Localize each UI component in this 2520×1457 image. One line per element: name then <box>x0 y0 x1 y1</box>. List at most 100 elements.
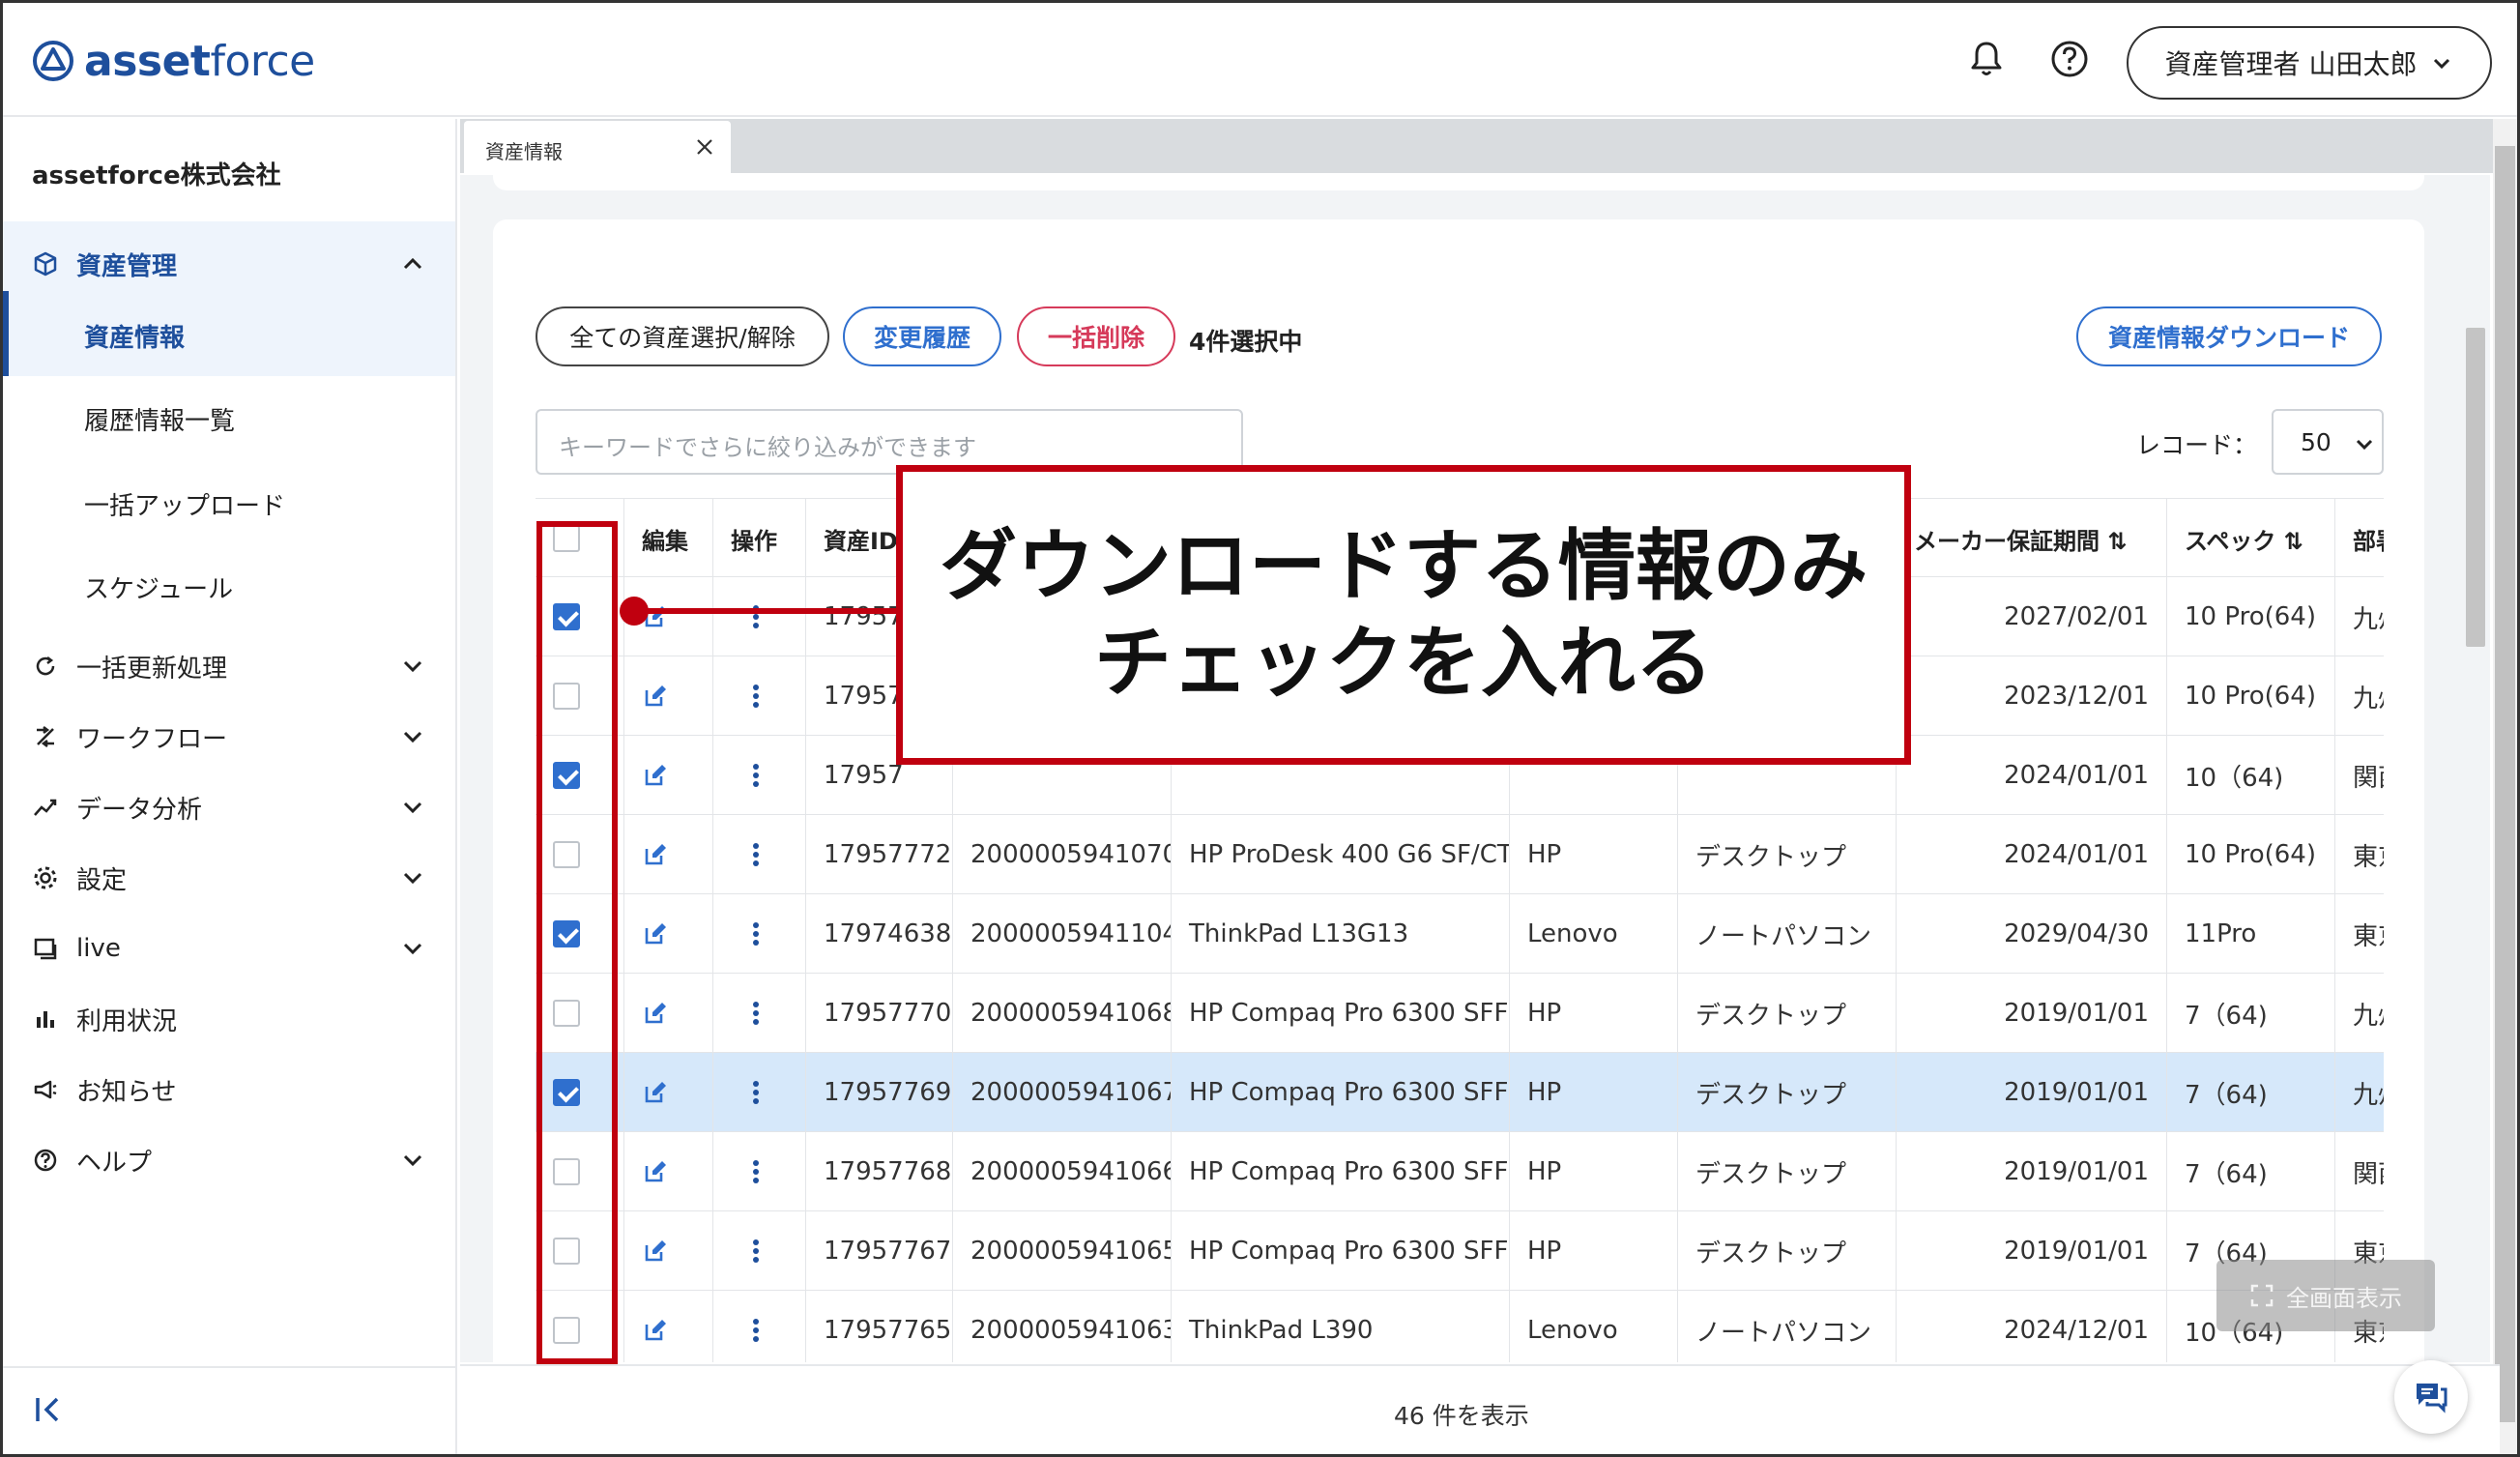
gear-icon <box>34 866 57 889</box>
cell-actions <box>713 894 806 974</box>
cell-edit <box>624 1132 713 1211</box>
collapse-sidebar-icon[interactable] <box>32 1393 65 1426</box>
company-name: assetforce株式会社 <box>32 161 281 190</box>
sidebar-item-bulk-update[interactable]: 一括更新処理 <box>3 645 455 687</box>
edit-icon[interactable] <box>642 841 669 868</box>
sidebar-item-label: ヘルプ <box>76 1148 153 1178</box>
cell-warranty: 2019/01/01 <box>1897 1053 2167 1132</box>
cell-edit <box>624 736 713 815</box>
cell-code: 2000005941063 <box>953 1291 1172 1362</box>
cell-code: 2000005941065 <box>953 1211 1172 1291</box>
sidebar-subitem-history-list[interactable]: 履歴情報一覧 <box>84 401 235 437</box>
user-menu-button[interactable]: 資産管理者 山田太郎 <box>2127 26 2492 100</box>
sidebar-item-label: お知らせ <box>76 1077 177 1107</box>
column-header[interactable]: 部署 <box>2335 499 2384 578</box>
cell-warranty: 2019/01/01 <box>1897 1132 2167 1211</box>
cell-code: 2000005941066 <box>953 1132 1172 1211</box>
assetforce-logo[interactable]: assetforce <box>32 36 315 86</box>
table-row[interactable]: 17974638 2000005941104 ThinkPad L13G13 Leno… <box>536 894 2384 974</box>
sidebar-item-workflow[interactable]: ワークフロー <box>3 715 455 758</box>
column-header[interactable]: 操作 <box>713 499 806 578</box>
sidebar-item-settings[interactable]: 設定 <box>3 857 455 899</box>
tab-label: 資産情報 <box>485 140 563 163</box>
cell-spec: 10 Pro(64) <box>2167 815 2335 894</box>
more-options-icon[interactable] <box>752 921 760 947</box>
table-row[interactable]: 17957770 2000005941068 HP Compaq Pro 6300 … <box>536 974 2384 1053</box>
cell-actions <box>713 815 806 894</box>
sidebar-item-label: 設定 <box>76 865 128 895</box>
sidebar-item-live[interactable]: live <box>3 927 455 970</box>
cell-maker: Lenovo <box>1510 894 1678 974</box>
edit-icon[interactable] <box>642 920 669 947</box>
cell-actions <box>713 1053 806 1132</box>
cell-id: 17957770 <box>806 974 953 1053</box>
column-header[interactable]: 編集 <box>624 499 713 578</box>
cell-code: 2000005941068 <box>953 974 1172 1053</box>
help-icon[interactable] <box>2046 36 2093 82</box>
table-row[interactable]: 17957768 2000005941066 HP Compaq Pro 6300 … <box>536 1132 2384 1211</box>
table-row[interactable]: 17957765 2000005941063 ThinkPad L390 Lenovo… <box>536 1291 2384 1362</box>
cell-edit <box>624 1291 713 1362</box>
edit-icon[interactable] <box>642 683 669 710</box>
sidebar-item-help[interactable]: ヘルプ <box>3 1139 455 1181</box>
tab-asset-info[interactable]: 資産情報 <box>464 121 731 175</box>
column-header[interactable]: メーカー保証期間 ⇅ <box>1897 499 2167 578</box>
more-options-icon[interactable] <box>752 1238 760 1264</box>
record-count-select[interactable]: 50 <box>2272 409 2384 475</box>
sidebar-item-news[interactable]: お知らせ <box>3 1068 455 1111</box>
cell-name: HP Compaq Pro 6300 SFF <box>1172 974 1510 1053</box>
edit-icon[interactable] <box>642 1238 669 1265</box>
column-header[interactable]: スペック ⇅ <box>2167 499 2335 578</box>
more-options-icon[interactable] <box>752 1001 760 1026</box>
edit-icon[interactable] <box>642 1158 669 1185</box>
cell-actions <box>713 1211 806 1291</box>
table-row[interactable]: 17957769 2000005941067 HP Compaq Pro 6300 … <box>536 1053 2384 1132</box>
sidebar-subitem-asset-info[interactable]: 資産情報 <box>84 318 185 354</box>
close-icon[interactable] <box>692 134 717 160</box>
sidebar-item-data-analysis[interactable]: データ分析 <box>3 786 455 829</box>
select-all-button[interactable]: 全ての資産選択/解除 <box>536 306 829 366</box>
edit-icon[interactable] <box>642 762 669 789</box>
cell-warranty: 2027/02/01 <box>1897 577 2167 656</box>
cell-code: 2000005941070 <box>953 815 1172 894</box>
sidebar-divider <box>3 1366 455 1368</box>
more-options-icon[interactable] <box>752 842 760 867</box>
fullscreen-button[interactable]: 全画面表示 <box>2216 1260 2435 1331</box>
more-options-icon[interactable] <box>752 684 760 709</box>
chat-support-button[interactable] <box>2394 1360 2468 1434</box>
more-options-icon[interactable] <box>752 1318 760 1343</box>
sidebar-subitem-schedule[interactable]: スケジュール <box>84 569 233 605</box>
bulk-delete-button[interactable]: 一括削除 <box>1017 306 1175 366</box>
sidebar-item-label: 利用状況 <box>76 1006 178 1036</box>
main-content: 全ての資産選択/解除 変更履歴 一括削除 4件選択中 資産情報ダウンロード キー… <box>460 175 2490 1362</box>
sidebar-subitem-bulk-upload[interactable]: 一括アップロード <box>84 486 285 522</box>
cell-spec: 7（64) <box>2167 1053 2335 1132</box>
change-history-button[interactable]: 変更履歴 <box>843 306 1001 366</box>
table-row[interactable]: 17957772 2000005941070 HP ProDesk 400 G6 S… <box>536 815 2384 894</box>
more-options-icon[interactable] <box>752 1159 760 1184</box>
edit-icon[interactable] <box>642 1317 669 1344</box>
cell-maker: Lenovo <box>1510 1291 1678 1362</box>
sidebar-item-usage[interactable]: 利用状況 <box>3 998 455 1040</box>
cell-actions <box>713 1132 806 1211</box>
cell-actions <box>713 974 806 1053</box>
user-name: 資産管理者 山田太郎 <box>2164 48 2418 80</box>
cell-dept: 九州 <box>2335 656 2384 736</box>
cell-warranty: 2024/12/01 <box>1897 1291 2167 1362</box>
cell-edit <box>624 1053 713 1132</box>
download-asset-info-button[interactable]: 資産情報ダウンロード <box>2076 306 2382 366</box>
edit-icon[interactable] <box>642 1079 669 1106</box>
more-options-icon[interactable] <box>752 1080 760 1105</box>
edit-icon[interactable] <box>642 1000 669 1027</box>
page-scrollbar-thumb[interactable] <box>2495 146 2515 1422</box>
table-row[interactable]: 17957767 2000005941065 HP Compaq Pro 6300 … <box>536 1211 2384 1291</box>
cell-name: HP Compaq Pro 6300 SFF <box>1172 1053 1510 1132</box>
chevron-down-icon <box>403 660 422 673</box>
more-options-icon[interactable] <box>752 763 760 788</box>
sidebar-item-asset-management[interactable]: 資産管理 <box>3 243 455 285</box>
table-scrollbar[interactable] <box>2466 328 2485 647</box>
cell-id: 17957767 <box>806 1211 953 1291</box>
bell-icon[interactable] <box>1963 36 2010 82</box>
cell-maker: HP <box>1510 974 1678 1053</box>
result-count: 46 件を表示 <box>1394 1402 1529 1430</box>
